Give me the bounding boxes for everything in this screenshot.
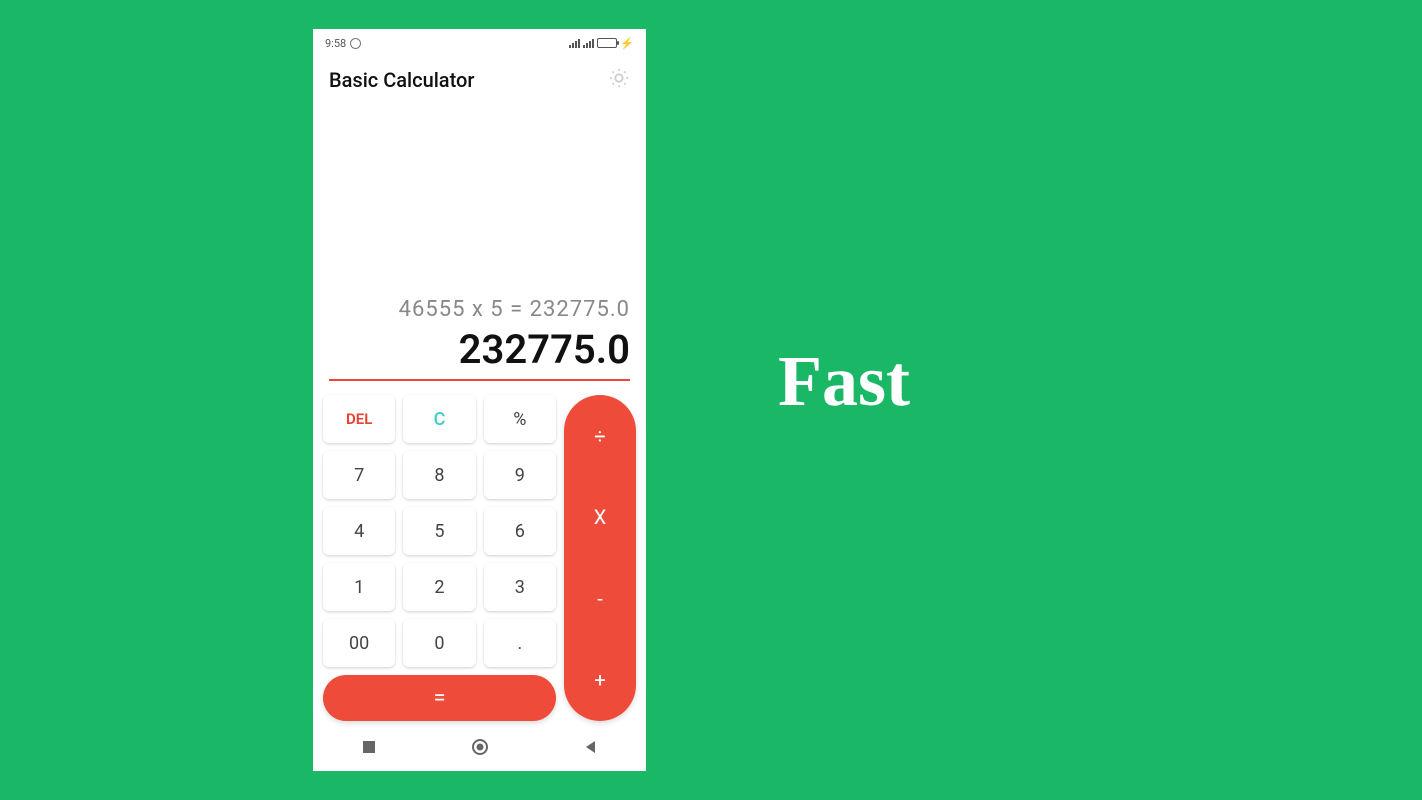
home-button[interactable] <box>460 738 500 760</box>
charging-icon: ⚡ <box>620 37 634 50</box>
signal-icon-1 <box>569 38 580 48</box>
digit-5-button[interactable]: 5 <box>403 507 475 555</box>
digit-8-button[interactable]: 8 <box>403 451 475 499</box>
equals-button[interactable]: = <box>323 675 556 721</box>
digit-1-button[interactable]: 1 <box>323 563 395 611</box>
result-text: 232775.0 <box>325 326 634 379</box>
digit-4-button[interactable]: 4 <box>323 507 395 555</box>
back-button[interactable] <box>571 739 611 759</box>
multiply-button[interactable]: X <box>564 491 636 543</box>
app-header: Basic Calculator <box>313 57 646 99</box>
expression-text: 46555 x 5 = 232775.0 <box>325 293 634 326</box>
percent-button[interactable]: % <box>484 395 556 443</box>
android-nav-bar <box>313 731 646 771</box>
display-area: 46555 x 5 = 232775.0 232775.0 <box>313 99 646 387</box>
delete-button[interactable]: DEL <box>323 395 395 443</box>
digit-3-button[interactable]: 3 <box>484 563 556 611</box>
status-bar: 9:58 ⚡ <box>313 29 646 57</box>
digit-9-button[interactable]: 9 <box>484 451 556 499</box>
brightness-icon[interactable] <box>608 67 630 93</box>
operators-column: ÷ X - + <box>564 395 636 721</box>
signal-icon-2 <box>583 38 594 48</box>
status-time: 9:58 <box>325 37 346 50</box>
keypad: DEL C % ÷ X - + 7 8 9 4 5 6 1 2 3 00 0 .… <box>313 387 646 731</box>
app-title: Basic Calculator <box>329 68 474 92</box>
digit-6-button[interactable]: 6 <box>484 507 556 555</box>
phone-frame: 9:58 ⚡ Basic Calculator 46555 x 5 = 2327… <box>313 29 646 771</box>
status-right: ⚡ <box>569 37 634 50</box>
divide-button[interactable]: ÷ <box>564 410 636 462</box>
settings-status-icon <box>350 38 361 49</box>
digit-0-button[interactable]: 0 <box>403 619 475 667</box>
display-underline <box>329 379 630 381</box>
battery-icon <box>597 38 617 48</box>
recents-button[interactable] <box>349 739 389 759</box>
digit-00-button[interactable]: 00 <box>323 619 395 667</box>
decimal-button[interactable]: . <box>484 619 556 667</box>
minus-button[interactable]: - <box>564 573 636 625</box>
clear-button[interactable]: C <box>403 395 475 443</box>
status-left: 9:58 <box>325 37 361 50</box>
promo-headline: Fast <box>778 340 910 423</box>
digit-7-button[interactable]: 7 <box>323 451 395 499</box>
digit-2-button[interactable]: 2 <box>403 563 475 611</box>
plus-button[interactable]: + <box>564 654 636 706</box>
